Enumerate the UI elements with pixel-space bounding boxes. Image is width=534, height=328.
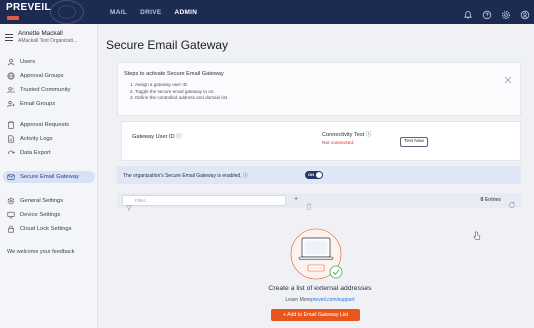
sidebar-item-secure-email-gateway[interactable]: Secure Email Gateway (3, 171, 95, 183)
entries-number: 0 (480, 197, 484, 203)
sidebar: Annette Mackall AMackall Test Organizati… (0, 24, 98, 328)
logo-mark (7, 16, 19, 20)
toggle-label: ON (308, 172, 314, 177)
filter-input[interactable]: Filter... (122, 195, 286, 211)
nav-admin[interactable]: ADMIN (174, 9, 197, 16)
export-icon (7, 149, 15, 157)
logo-text: PREVEIL (6, 2, 51, 13)
connection-status: Not connected. (322, 141, 355, 146)
step-item: 3. Define the controlled address and dom… (130, 95, 229, 100)
entries-count: 0 Entries (481, 197, 502, 203)
sidebar-item-label: Trusted Community (20, 87, 71, 93)
filter-icon (125, 198, 133, 211)
sidebar-item-cloud-lock-settings[interactable]: Cloud Lock Settings (3, 223, 95, 235)
main-nav: MAIL DRIVE ADMIN (110, 0, 197, 24)
toggle-knob (316, 172, 322, 178)
gateway-toggle[interactable]: ON (305, 171, 323, 179)
sidebar-item-approval-requests[interactable]: Approval Requests (3, 119, 95, 131)
gateway-card: Gateway User ID ⓘ Connectivity Test ⓘ No… (121, 121, 521, 161)
sidebar-item-label: Cloud Lock Settings (20, 226, 72, 232)
add-to-gateway-list-button[interactable]: + Add to Email Gateway List (271, 309, 360, 321)
email-group-icon (7, 100, 15, 108)
user-name: Annette Mackall (18, 30, 63, 37)
empty-state-title: Create a list of external addresses (268, 285, 372, 292)
step-item: 2. Toggle the secure email gateway to on… (130, 88, 215, 94)
top-bar: PREVEIL MAIL DRIVE ADMIN (0, 0, 534, 24)
sidebar-item-activity-logs[interactable]: Activity Logs (3, 133, 95, 145)
trash-icon[interactable] (306, 197, 312, 210)
gateway-enable-bar: The organization's Secure Email Gateway … (117, 166, 521, 184)
mouse-cursor-icon (473, 228, 481, 240)
sidebar-item-label: Activity Logs (20, 136, 53, 142)
sidebar-item-general-settings[interactable]: General Settings (3, 195, 95, 207)
community-icon (7, 86, 15, 94)
bell-icon[interactable] (463, 7, 473, 19)
user-menu[interactable]: Annette Mackall AMackall Test Organizati… (4, 30, 96, 48)
help-icon[interactable] (482, 7, 492, 20)
user-icon (7, 58, 15, 66)
sidebar-item-device-settings[interactable]: Device Settings (3, 209, 95, 221)
sidebar-item-approval-groups[interactable]: Approval Groups (3, 70, 95, 82)
sidebar-item-data-export[interactable]: Data Export (3, 147, 95, 159)
account-icon[interactable] (520, 7, 530, 20)
support-link[interactable]: preveil.com/support (311, 297, 355, 303)
monitor-icon (7, 211, 15, 219)
sidebar-item-label: General Settings (20, 198, 64, 204)
sidebar-item-label: Users (20, 59, 36, 65)
sidebar-item-label: Approval Requests (20, 122, 69, 128)
steps-card: Steps to activate Secure Email Gateway 1… (117, 62, 521, 116)
learn-more-prefix: Learn More (285, 297, 311, 303)
feedback-link[interactable]: We welcome your feedback (7, 249, 74, 255)
sidebar-item-label: Data Export (20, 150, 51, 156)
steps-title: Steps to activate Secure Email Gateway (124, 71, 224, 77)
mail-icon (7, 173, 15, 181)
nav-mail[interactable]: MAIL (110, 9, 127, 16)
filter-placeholder: Filter... (135, 198, 149, 203)
filter-bar: Filter... + 0 Entries (117, 193, 521, 211)
entries-label: Entries (484, 197, 501, 203)
globe-icon (7, 72, 15, 80)
sidebar-item-label: Approval Groups (20, 73, 64, 79)
close-icon[interactable] (504, 71, 512, 84)
logo-decoration-inner (58, 5, 76, 19)
preveil-logo[interactable]: PREVEIL (6, 2, 51, 20)
sidebar-item-users[interactable]: Users (3, 56, 95, 68)
plus-icon[interactable]: + (294, 196, 298, 203)
gear-icon (7, 197, 15, 205)
sidebar-item-trusted-community[interactable]: Trusted Community (3, 84, 95, 96)
sidebar-item-label: Device Settings (20, 212, 61, 218)
gateway-user-id-label: Gateway User ID ⓘ (132, 134, 182, 140)
step-item: 1. Assign a gateway user ID. (130, 82, 189, 87)
top-icons (463, 0, 530, 24)
cloud-lock-icon (7, 225, 15, 233)
log-icon (7, 135, 15, 143)
sidebar-item-email-groups[interactable]: Email Groups (3, 98, 95, 110)
sidebar-item-label: Secure Email Gateway (20, 174, 79, 180)
refresh-icon[interactable] (508, 196, 516, 208)
gateway-enabled-text: The organization's Secure Email Gateway … (123, 173, 248, 179)
page-title: Secure Email Gateway (106, 38, 229, 52)
learn-more-text: Learn Morepreveil.com/support (120, 297, 520, 303)
nav-drive[interactable]: DRIVE (140, 9, 161, 16)
sidebar-item-label: Email Groups (20, 101, 56, 107)
clipboard-icon (7, 121, 15, 129)
hamburger-icon[interactable] (5, 34, 13, 43)
empty-state-illustration (286, 226, 346, 282)
connectivity-test-label: Connectivity Test ⓘ (322, 132, 372, 138)
user-org: AMackall Test Organizati... (18, 38, 78, 44)
settings-icon[interactable] (501, 7, 511, 20)
test-now-button[interactable]: Test Now (400, 137, 428, 147)
